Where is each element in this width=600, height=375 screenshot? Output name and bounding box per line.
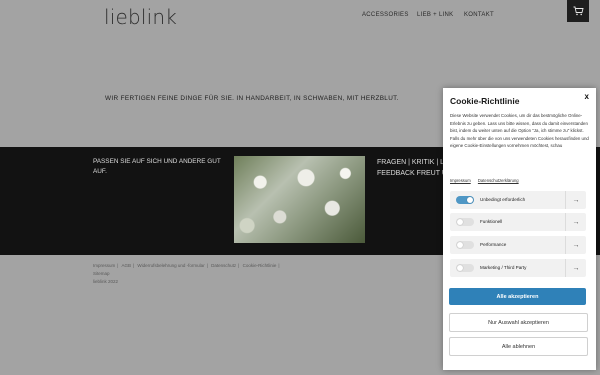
toggle-necessary[interactable] [456,196,474,204]
toggle-marketing[interactable] [456,264,474,272]
footer-link-widerruf[interactable]: Widerrufsbelehrung und -formular [137,263,204,268]
arrow-right-icon[interactable]: → [565,236,586,254]
arrow-right-icon[interactable]: → [565,259,586,277]
option-label: Funktionell [480,219,503,224]
nav-accessories[interactable]: ACCESSORIES [362,12,409,18]
cookie-option-necessary[interactable]: Unbedingt erforderlich → [450,191,586,209]
arrow-right-icon[interactable]: → [565,213,586,231]
footer-link-datenschutz[interactable]: Datenschutz [211,263,236,268]
close-icon[interactable]: x [585,92,589,101]
tagline: WIR FERTIGEN FEINE DINGE FÜR SIE. IN HAN… [105,95,399,102]
site-logo[interactable]: lieblink [104,5,177,29]
cookie-link-impressum[interactable]: Impressum [450,178,471,183]
band-left-text: PASSEN SIE AUF SICH UND ANDERE GUT AUF. [93,158,221,175]
footer-link-impressum[interactable]: Impressum [93,263,115,268]
accept-all-button[interactable]: Alle akzeptieren [449,288,586,305]
cookie-option-marketing[interactable]: Marketing / Third Party → [450,259,586,277]
toggle-knob [467,197,473,203]
footer-link-agb[interactable]: AGB [121,263,131,268]
footer-sitemap[interactable]: Sitemap [93,270,282,278]
option-label: Performance [480,242,507,247]
band-right-line1: FRAGEN | KRITIK | L [377,159,445,166]
toggle-knob [457,265,463,271]
toggle-performance[interactable] [456,241,474,249]
cart-button[interactable] [567,0,589,22]
cookie-modal: x Cookie-Richtlinie Diese Website verwen… [443,88,596,370]
nav-lieb-link[interactable]: LIEB + LINK [417,12,454,18]
cookie-option-performance[interactable]: Performance → [450,236,586,254]
cookie-option-functional[interactable]: Funktionell → [450,213,586,231]
toggle-knob [457,219,463,225]
accept-selected-button[interactable]: Nur Auswahl akzeptieren [449,313,588,332]
arrow-right-icon[interactable]: → [565,191,586,209]
footer-link-cookie[interactable]: Cookie-Richtlinie [243,263,277,268]
cookie-link-privacy[interactable]: Datenschutzerklärung [478,178,519,183]
cookie-body: Diese Website verwendet Cookies, um dir … [450,113,589,148]
blossom-photo [234,156,365,243]
footer-copyright: lieblink 2022 [93,279,119,284]
option-label: Marketing / Third Party [480,265,527,270]
footer: Impressum | AGB | Widerrufsbelehrung und -… [93,262,282,286]
decline-all-button[interactable]: Alle ablehnen [449,337,588,356]
cookie-title: Cookie-Richtlinie [450,96,520,106]
nav-kontakt[interactable]: KONTAKT [464,12,494,18]
footer-links: Impressum | AGB | Widerrufsbelehrung und -… [93,263,280,268]
band-right-line2: FEEDBACK FREUT U [377,170,447,177]
cookie-links: Impressum Datenschutzerklärung [450,178,525,183]
band-right-text: FRAGEN | KRITIK | L FEEDBACK FREUT U [377,157,447,179]
cart-icon [573,6,584,16]
toggle-knob [457,242,463,248]
option-label: Unbedingt erforderlich [480,197,526,202]
toggle-functional[interactable] [456,218,474,226]
